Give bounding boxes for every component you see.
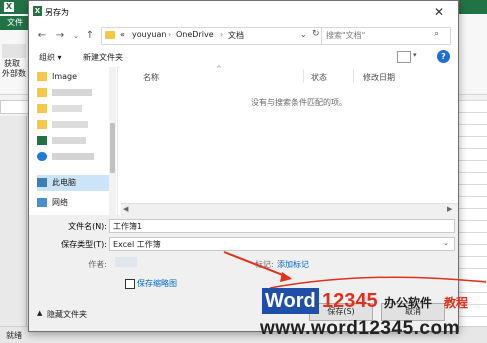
author-label: 作者: (88, 260, 107, 269)
author-value[interactable] (115, 257, 137, 267)
ribbon-external-label: 外部数 (2, 69, 26, 78)
computer-icon (37, 178, 47, 187)
dialog-titlebar: X 另存为 ✕ (29, 1, 458, 23)
view-options-icon[interactable] (397, 51, 411, 63)
column-name[interactable]: 名称 (143, 72, 159, 83)
filename-label: 文件名(N): (68, 222, 107, 231)
watermark-url: www.word12345.com (260, 318, 460, 339)
watermark-logo: Word 12345 办公软件 教程 (258, 286, 487, 316)
filename-input[interactable]: 工作簿1 (109, 219, 455, 233)
blurred-label (52, 89, 92, 96)
breadcrumb-onedrive[interactable]: OneDrive (176, 30, 214, 39)
help-icon[interactable]: ? (437, 50, 450, 63)
column-modified[interactable]: 修改日期 (363, 72, 395, 83)
folder-icon (105, 31, 115, 39)
navigation-pane: Image 此电脑 网络 (29, 67, 118, 215)
forward-icon[interactable]: → (53, 29, 67, 43)
nav-item-label: 网络 (52, 198, 68, 207)
nav-item-network[interactable]: 网络 (37, 195, 113, 211)
nav-item-folder-3[interactable] (37, 101, 113, 117)
excel-file-icon: X (33, 6, 42, 16)
excel-icon (37, 136, 47, 145)
watermark-word: Word (262, 288, 319, 314)
watermark-tag: 教程 (444, 296, 469, 310)
nav-item-onedrive[interactable] (37, 149, 113, 165)
folder-icon (37, 104, 47, 113)
history-chevron-icon[interactable]: ⌄ (69, 29, 83, 43)
nav-scrollbar[interactable] (109, 67, 116, 215)
nav-item-folder-2[interactable] (37, 85, 113, 101)
file-tab[interactable]: 文件 (0, 16, 30, 30)
status-ready: 就绪 (6, 331, 22, 340)
view-chevron-icon[interactable]: ▾ (413, 51, 417, 59)
refresh-icon[interactable]: ↻ (312, 29, 320, 39)
breadcrumb-separator: › (220, 30, 224, 39)
nav-item-this-pc[interactable]: 此电脑 (37, 175, 113, 191)
blurred-label (52, 121, 88, 128)
back-icon[interactable]: ← (35, 29, 49, 43)
new-folder-button[interactable]: 新建文件夹 (83, 52, 123, 63)
nav-item-label: 此电脑 (52, 178, 76, 187)
breadcrumb-overflow[interactable]: « (120, 30, 125, 39)
empty-message: 没有与搜索条件匹配的项。 (251, 98, 347, 107)
search-input[interactable]: 搜索"文档" (326, 30, 365, 41)
folder-icon (37, 120, 47, 129)
blurred-label (52, 153, 94, 160)
file-list-pane: ^ 名称 状态 修改日期 没有与搜索条件匹配的项。 (121, 65, 458, 203)
thumbnail-label[interactable]: 保存缩略图 (137, 278, 177, 289)
organize-button[interactable]: 组织 ▾ (39, 52, 62, 63)
search-box[interactable]: 搜索"文档" ⌕ (321, 27, 451, 45)
nav-item-folder-4[interactable] (37, 117, 113, 133)
breadcrumb-documents[interactable]: 文档 (228, 30, 244, 41)
column-status[interactable]: 状态 (311, 72, 327, 83)
column-divider (353, 69, 354, 83)
blurred-label (52, 105, 82, 112)
close-button[interactable]: ✕ (427, 3, 451, 21)
name-box[interactable] (0, 100, 30, 114)
blurred-label (52, 137, 86, 144)
breadcrumb-youyuan[interactable]: youyuan (132, 30, 166, 39)
watermark-number: 12345 (322, 290, 378, 312)
nav-item-image[interactable]: Image (37, 69, 113, 85)
row-header-column (0, 116, 27, 328)
get-data-icon[interactable] (2, 44, 26, 58)
sort-arrow-icon: ^ (216, 65, 222, 73)
savetype-dropdown-icon[interactable]: ⌄ (443, 239, 449, 247)
address-bar-row: ← → ⌄ ↑ « youyuan › OneDrive › 文档 ⌄ ↻ 搜索… (29, 23, 458, 47)
address-dropdown-icon[interactable]: ⌄ (300, 30, 307, 39)
nav-item-label: Image (52, 72, 78, 81)
hide-folders-button[interactable]: 隐藏文件夹 (47, 309, 87, 320)
nav-item-excel[interactable] (37, 133, 113, 149)
breadcrumb-separator: › (168, 30, 172, 39)
onedrive-icon (37, 152, 47, 161)
up-icon[interactable]: ↑ (83, 29, 97, 43)
collapse-chevron-icon[interactable]: ▲ (37, 309, 42, 317)
watermark: Word 12345 办公软件 教程 www.word12345.com (258, 286, 487, 342)
dialog-title: 另存为 (45, 8, 69, 17)
search-icon[interactable]: ⌕ (434, 29, 439, 39)
scroll-right-icon[interactable]: ▶ (447, 205, 452, 213)
folder-icon (37, 88, 47, 97)
dialog-toolbar: 组织 ▾ 新建文件夹 ▾ ? (29, 47, 458, 68)
folder-icon (37, 72, 47, 81)
savetype-label: 保存类型(T): (61, 240, 107, 249)
thumbnail-checkbox[interactable] (125, 279, 135, 289)
column-divider (303, 69, 304, 83)
network-icon (37, 198, 47, 207)
scroll-left-icon[interactable]: ◀ (123, 205, 128, 213)
excel-app-icon: X (4, 2, 14, 12)
address-box[interactable]: « youyuan › OneDrive › 文档 ⌄ ↻ (101, 27, 325, 45)
nav-scroll-thumb[interactable] (110, 123, 115, 173)
watermark-office: 办公软件 (384, 296, 433, 310)
